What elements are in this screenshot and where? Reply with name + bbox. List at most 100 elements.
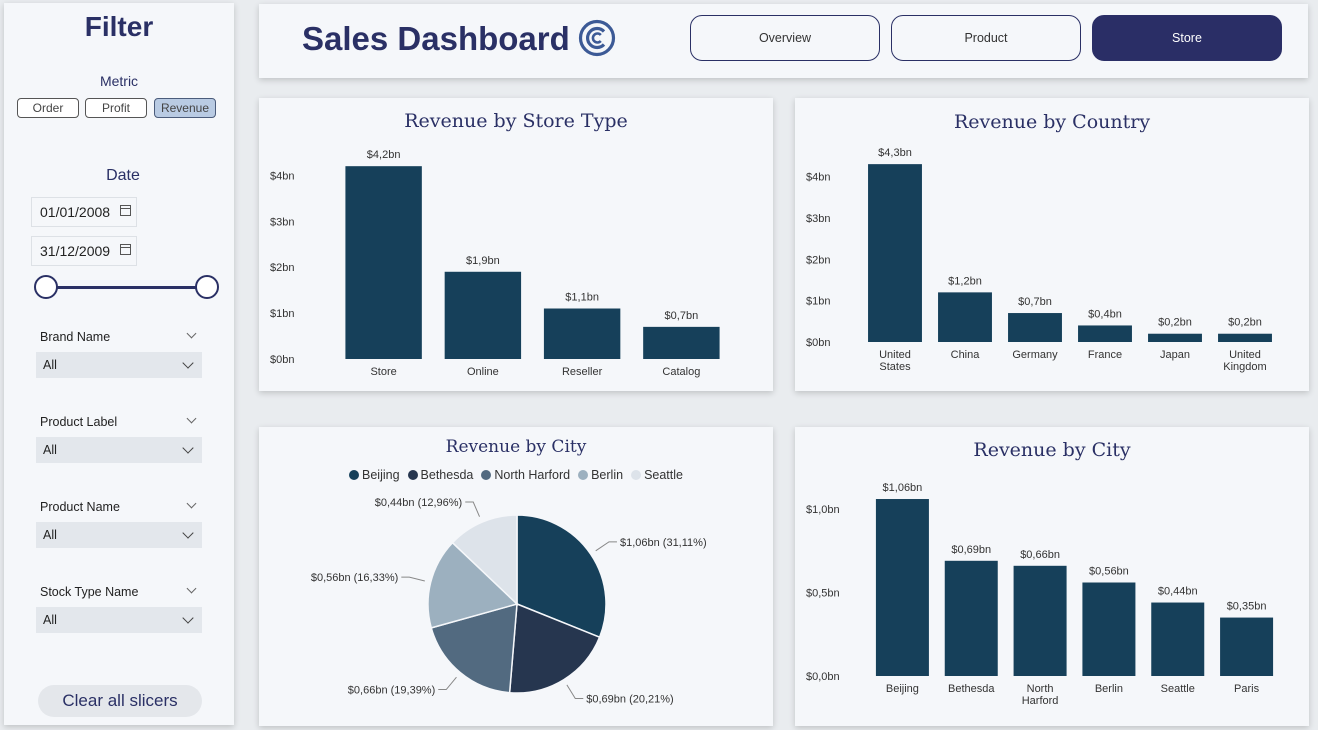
bar (643, 326, 720, 359)
dashboard-header: Sales Dashboard Overview Product Store (259, 4, 1308, 78)
data-label: $0,69bn (951, 544, 991, 556)
data-label: $0,56bn (16,33%) (311, 572, 398, 584)
y-tick-label: $4bn (270, 170, 294, 182)
date-to-value: 31/12/2009 (40, 243, 111, 259)
x-tick-label: Germany (1012, 349, 1058, 361)
date-range-slider-track[interactable] (48, 286, 208, 289)
data-label: $0,4bn (1088, 308, 1122, 320)
product-name-value: All (43, 528, 57, 542)
bar (1013, 565, 1067, 676)
bar (938, 292, 992, 342)
chevron-down-icon[interactable] (186, 328, 197, 339)
data-label: $0,35bn (1227, 601, 1267, 613)
chevron-down-icon[interactable] (186, 583, 197, 594)
bar (875, 499, 929, 676)
x-tick-label: United (879, 349, 911, 361)
calendar-icon[interactable] (120, 244, 131, 255)
date-range-end-handle[interactable] (195, 275, 219, 299)
revenue-by-store-type-chart: $0bn $1bn $2bn $3bn $4bn $4,2bn Store $1,9bn Onl… (270, 149, 720, 378)
calendar-icon[interactable] (120, 205, 131, 216)
date-from-value: 01/01/2008 (40, 204, 111, 220)
filter-title: Filter (84, 11, 154, 42)
data-label: $0,66bn (19,39%) (348, 685, 435, 697)
brand-logo-icon (578, 19, 616, 57)
revenue-by-city-pie-chart: $1,06bn (31,11%) $0,69bn (20,21%) $0,66bn … (311, 497, 707, 705)
metric-label: Metric (99, 73, 139, 89)
product-label-slicer-title: Product Label (40, 415, 118, 429)
y-tick-label: $2bn (270, 262, 294, 274)
data-label: $1,1bn (565, 292, 599, 304)
data-label: $1,9bn (466, 255, 500, 267)
data-label: $0,44bn (1158, 586, 1198, 598)
revenue-by-city-bar-chart: $0,0bn $0,5bn $1,0bn $1,06bn Beijing $0,69bn B… (806, 482, 1274, 707)
bar (1008, 313, 1062, 342)
chevron-down-icon (182, 612, 194, 624)
x-tick-label: Reseller (562, 366, 603, 378)
bar (1151, 602, 1205, 676)
x-tick-label: Catalog (662, 366, 700, 378)
product-name-slicer-title: Product Name (40, 500, 120, 514)
chevron-down-icon (182, 527, 194, 539)
x-tick-label: North (1027, 683, 1054, 695)
chevron-down-icon[interactable] (186, 413, 197, 424)
data-label: $1,2bn (948, 275, 982, 287)
x-tick-label: United (1229, 349, 1261, 361)
stock-type-slicer-title: Stock Type Name (40, 585, 139, 599)
date-to-input[interactable]: 31/12/2009 (31, 236, 137, 266)
bar (1148, 333, 1202, 342)
bar (944, 560, 998, 676)
brand-name-dropdown[interactable]: All (36, 352, 202, 378)
chevron-down-icon[interactable] (186, 498, 197, 509)
x-tick-label: Harford (1022, 695, 1059, 707)
revenue-by-country-chart: $0bn$1bn$2bn$3bn$4bn$4,3bnUnitedStates$1… (806, 147, 1272, 373)
y-tick-label: $4bn (806, 172, 830, 184)
brand-name-value: All (43, 358, 57, 372)
x-tick-label: France (1088, 349, 1122, 361)
data-label: $0,69bn (20,21%) (586, 693, 673, 705)
x-tick-label: Paris (1234, 683, 1260, 695)
x-tick-label: Online (467, 366, 499, 378)
clear-all-slicers-button[interactable]: Clear all slicers (38, 685, 202, 717)
leader-line (465, 501, 480, 517)
nav-store-button[interactable]: Store (1092, 15, 1282, 61)
leader-line (401, 576, 425, 582)
y-tick-label: $2bn (806, 254, 830, 266)
data-label: $1,06bn (883, 482, 923, 494)
leader-line (438, 676, 457, 691)
y-tick-label: $0bn (270, 354, 294, 366)
bar (1082, 582, 1136, 676)
data-label: $0,7bn (665, 310, 699, 322)
metric-order-button[interactable]: Order (17, 98, 79, 118)
metric-revenue-button[interactable]: Revenue (154, 98, 216, 118)
nav-overview-button[interactable]: Overview (690, 15, 880, 61)
stock-type-dropdown[interactable]: All (36, 607, 202, 633)
data-label: $0,2bn (1228, 317, 1262, 329)
chevron-down-icon (182, 442, 194, 454)
x-tick-label: China (951, 349, 981, 361)
bar (868, 164, 922, 342)
data-label: $0,7bn (1018, 296, 1052, 308)
bar (444, 271, 522, 359)
y-tick-label: $1bn (806, 296, 830, 308)
nav-product-button[interactable]: Product (891, 15, 1081, 61)
y-tick-label: $1,0bn (806, 504, 840, 516)
leader-line (566, 684, 584, 699)
y-tick-label: $0bn (806, 337, 830, 349)
metric-profit-button[interactable]: Profit (85, 98, 147, 118)
product-name-dropdown[interactable]: All (36, 522, 202, 548)
chevron-down-icon (182, 357, 194, 369)
y-tick-label: $1bn (270, 308, 294, 320)
x-tick-label: Seattle (1161, 683, 1195, 695)
leader-line (595, 541, 617, 552)
date-range-start-handle[interactable] (34, 275, 58, 299)
x-tick-label: Store (370, 366, 396, 378)
product-label-dropdown[interactable]: All (36, 437, 202, 463)
x-tick-label: Kingdom (1223, 361, 1266, 373)
data-label: $4,3bn (878, 147, 912, 159)
page-title: Sales Dashboard (302, 20, 570, 57)
product-label-value: All (43, 443, 57, 457)
x-tick-label: Beijing (886, 683, 919, 695)
data-label: $4,2bn (367, 149, 401, 161)
data-label: $0,66bn (1020, 549, 1060, 561)
date-from-input[interactable]: 01/01/2008 (31, 197, 137, 227)
